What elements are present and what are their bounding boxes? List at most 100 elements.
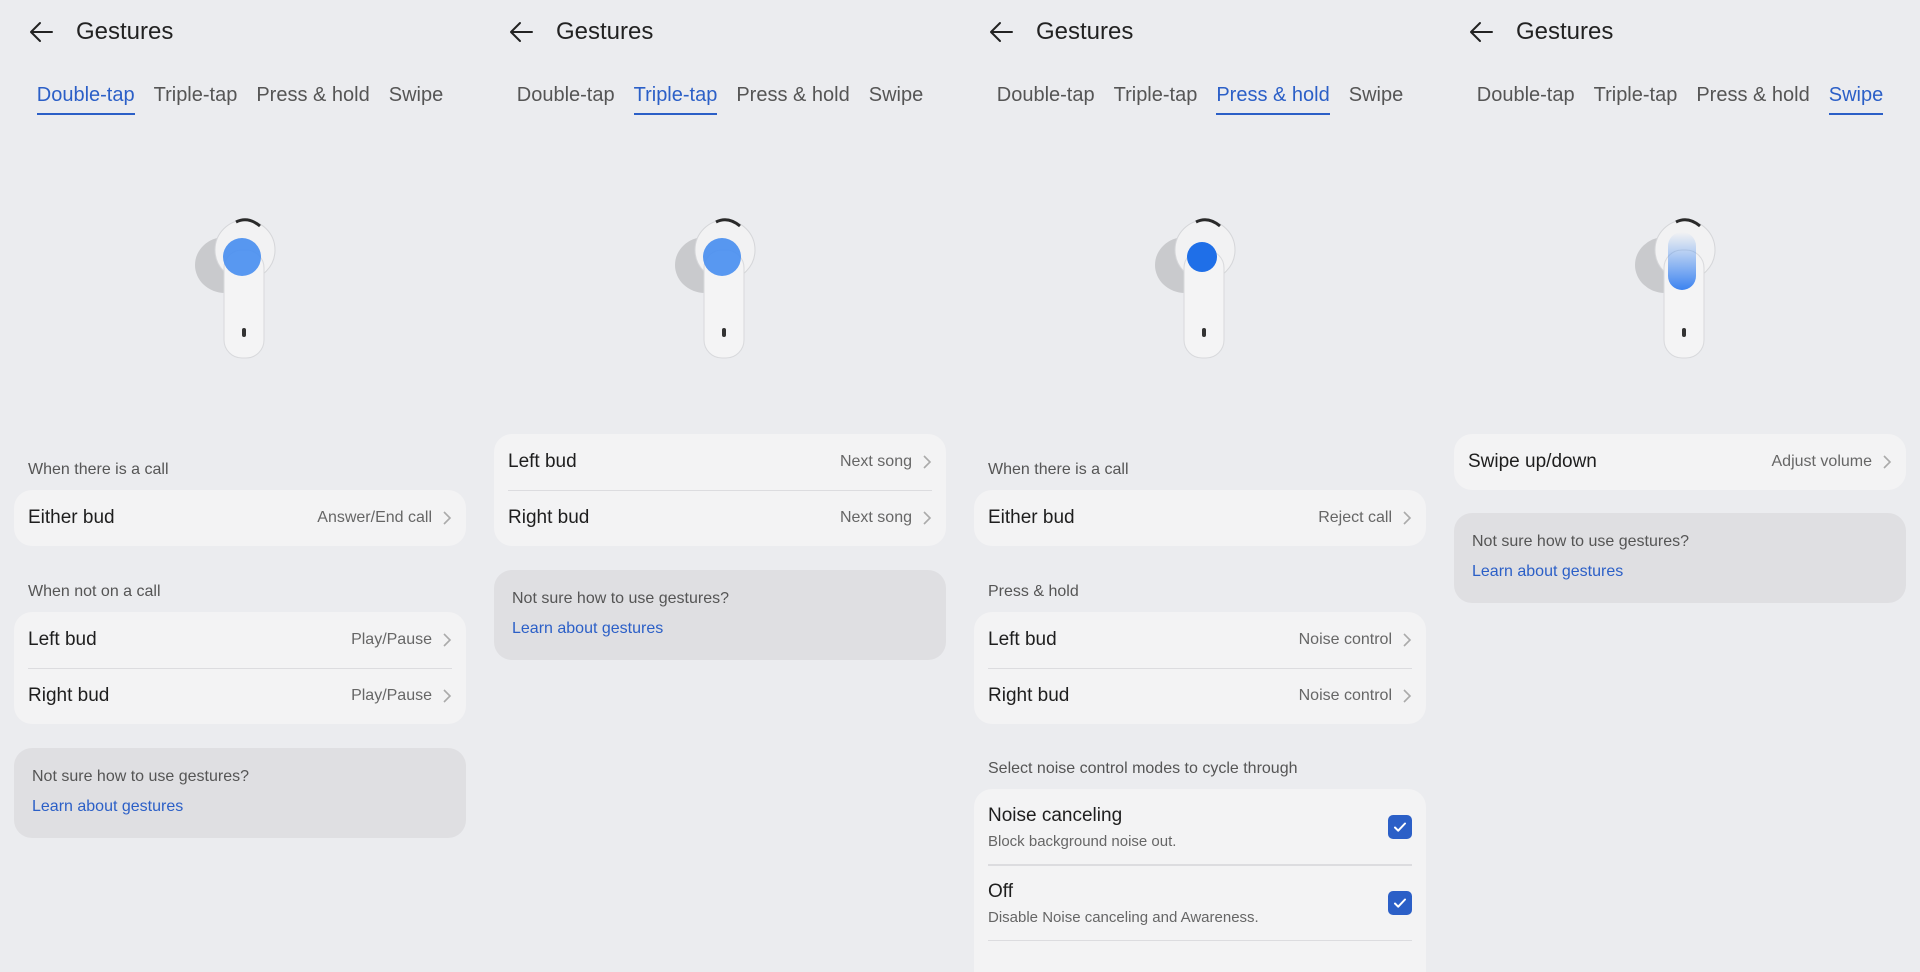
tab-swipe[interactable]: Swipe	[1349, 84, 1403, 115]
section-label-no-call: When not on a call	[28, 583, 161, 600]
noise-modes-card: Noise canceling Block background noise o…	[974, 789, 1426, 972]
left-bud-row[interactable]: Left bud Noise control	[974, 612, 1426, 668]
right-bud-row[interactable]: Right bud Next song	[494, 490, 946, 546]
page-title: Gestures	[76, 18, 174, 45]
back-button[interactable]	[26, 17, 56, 47]
section-label-call: When there is a call	[988, 461, 1129, 478]
tab-press-hold[interactable]: Press & hold	[1216, 84, 1330, 115]
chevron-right-icon	[922, 454, 932, 470]
swipe-up-down-row[interactable]: Swipe up/down Adjust volume	[1454, 434, 1906, 490]
tab-triple-tap[interactable]: Triple-tap	[633, 84, 718, 115]
row-value: Noise control	[1298, 687, 1392, 704]
chevron-right-icon	[1402, 510, 1412, 526]
help-text: Not sure how to use gestures?	[512, 590, 730, 607]
either-bud-row[interactable]: Either bud Answer/End call	[14, 490, 466, 546]
call-settings-card: Either bud Answer/End call	[14, 490, 466, 546]
off-checkbox[interactable]	[1388, 891, 1412, 915]
tab-double-tap[interactable]: Double-tap	[36, 84, 135, 115]
learn-about-gestures-link[interactable]: Learn about gestures	[32, 798, 183, 816]
help-text: Not sure how to use gestures?	[32, 768, 250, 785]
tab-triple-tap[interactable]: Triple-tap	[1594, 84, 1678, 115]
tab-press-hold[interactable]: Press & hold	[256, 84, 369, 115]
right-bud-row[interactable]: Right bud Play/Pause	[14, 668, 466, 724]
row-value: Play/Pause	[351, 687, 432, 704]
gestures-panel-double-tap: Gestures Double-tap Triple-tap Press & h…	[0, 0, 480, 972]
tab-double-tap[interactable]: Double-tap	[517, 84, 615, 115]
press-indicator	[1187, 242, 1217, 272]
mode-text: Noise canceling Block background noise o…	[988, 805, 1388, 850]
row-label: Left bud	[508, 451, 577, 472]
noise-canceling-checkbox[interactable]	[1388, 815, 1412, 839]
tab-triple-tap[interactable]: Triple-tap	[1114, 84, 1198, 115]
top-bar: Gestures	[986, 14, 1133, 50]
mode-description: Disable Noise canceling and Awareness.	[988, 908, 1259, 926]
back-button[interactable]	[1466, 17, 1496, 47]
page-title: Gestures	[1036, 18, 1134, 45]
back-button[interactable]	[986, 17, 1016, 47]
tab-double-tap[interactable]: Double-tap	[997, 84, 1095, 115]
earbud-image	[1635, 218, 1716, 359]
row-label: Right bud	[508, 507, 590, 528]
chevron-right-icon	[442, 632, 452, 648]
page-title: Gestures	[1516, 18, 1614, 45]
chevron-right-icon	[442, 688, 452, 704]
arrow-left-icon	[30, 22, 53, 42]
arrow-left-icon	[1470, 22, 1493, 42]
learn-about-gestures-link[interactable]: Learn about gestures	[1472, 563, 1623, 581]
chevron-right-icon	[922, 510, 932, 526]
row-label: Right bud	[988, 685, 1070, 706]
chevron-right-icon	[1402, 688, 1412, 704]
tab-swipe[interactable]: Swipe	[1828, 84, 1884, 115]
row-label: Either bud	[988, 507, 1075, 528]
left-bud-row[interactable]: Left bud Next song	[494, 434, 946, 490]
mode-title: Off	[988, 880, 1013, 902]
row-label: Left bud	[28, 629, 97, 650]
row-value: Play/Pause	[351, 631, 432, 648]
earbud-image	[675, 218, 756, 359]
back-button[interactable]	[506, 17, 536, 47]
row-label: Right bud	[28, 685, 110, 706]
tab-triple-tap[interactable]: Triple-tap	[154, 84, 238, 115]
row-value: Next song	[839, 509, 912, 526]
mode-description: Block background noise out.	[988, 832, 1177, 850]
no-call-settings-card: Left bud Play/Pause Right bud Play/Pause	[14, 612, 466, 724]
left-bud-row[interactable]: Left bud Play/Pause	[14, 612, 466, 668]
tab-double-tap[interactable]: Double-tap	[1477, 84, 1575, 115]
arrow-left-icon	[990, 22, 1013, 42]
triple-tap-settings-card: Left bud Next song Right bud Next song	[494, 434, 946, 546]
gestures-panel-swipe: Gestures Double-tap Triple-tap Press & h…	[1440, 0, 1920, 972]
row-label: Left bud	[988, 629, 1057, 650]
chevron-right-icon	[442, 510, 452, 526]
mode-row-off[interactable]: Off Disable Noise canceling and Awarenes…	[974, 865, 1426, 941]
learn-about-gestures-link[interactable]: Learn about gestures	[512, 620, 663, 638]
either-bud-row[interactable]: Either bud Reject call	[974, 490, 1426, 546]
tab-swipe[interactable]: Swipe	[389, 84, 443, 115]
gestures-panel-press-hold: Gestures Double-tap Triple-tap Press & h…	[960, 0, 1440, 972]
gesture-tabs: Double-tap Triple-tap Press & hold Swipe	[480, 84, 960, 115]
checkmark-icon	[1394, 822, 1406, 832]
section-label-call: When there is a call	[28, 461, 169, 478]
tab-press-hold[interactable]: Press & hold	[736, 84, 849, 115]
row-label: Either bud	[28, 507, 115, 528]
earbud-image	[1155, 218, 1236, 359]
gesture-tabs: Double-tap Triple-tap Press & hold Swipe	[1440, 84, 1920, 115]
press-hold-settings-card: Left bud Noise control Right bud Noise c…	[974, 612, 1426, 724]
mode-title: Noise canceling	[988, 804, 1123, 826]
help-card: Not sure how to use gestures? Learn abou…	[494, 570, 946, 660]
row-value: Next song	[839, 453, 912, 470]
tab-press-hold[interactable]: Press & hold	[1696, 84, 1809, 115]
row-value: Answer/End call	[317, 509, 432, 526]
mode-row-noise-canceling[interactable]: Noise canceling Block background noise o…	[974, 789, 1426, 865]
chevron-right-icon	[1402, 632, 1412, 648]
help-card: Not sure how to use gestures? Learn abou…	[1454, 513, 1906, 603]
help-card: Not sure how to use gestures? Learn abou…	[14, 748, 466, 838]
tab-swipe[interactable]: Swipe	[869, 84, 923, 115]
right-bud-row[interactable]: Right bud Noise control	[974, 668, 1426, 724]
gesture-tabs: Double-tap Triple-tap Press & hold Swipe	[960, 84, 1440, 115]
checkmark-icon	[1394, 898, 1406, 908]
row-value: Noise control	[1298, 631, 1392, 648]
row-label: Swipe up/down	[1468, 451, 1597, 472]
earbud-image	[195, 218, 276, 359]
help-text: Not sure how to use gestures?	[1472, 533, 1690, 550]
tap-indicator	[703, 238, 741, 276]
